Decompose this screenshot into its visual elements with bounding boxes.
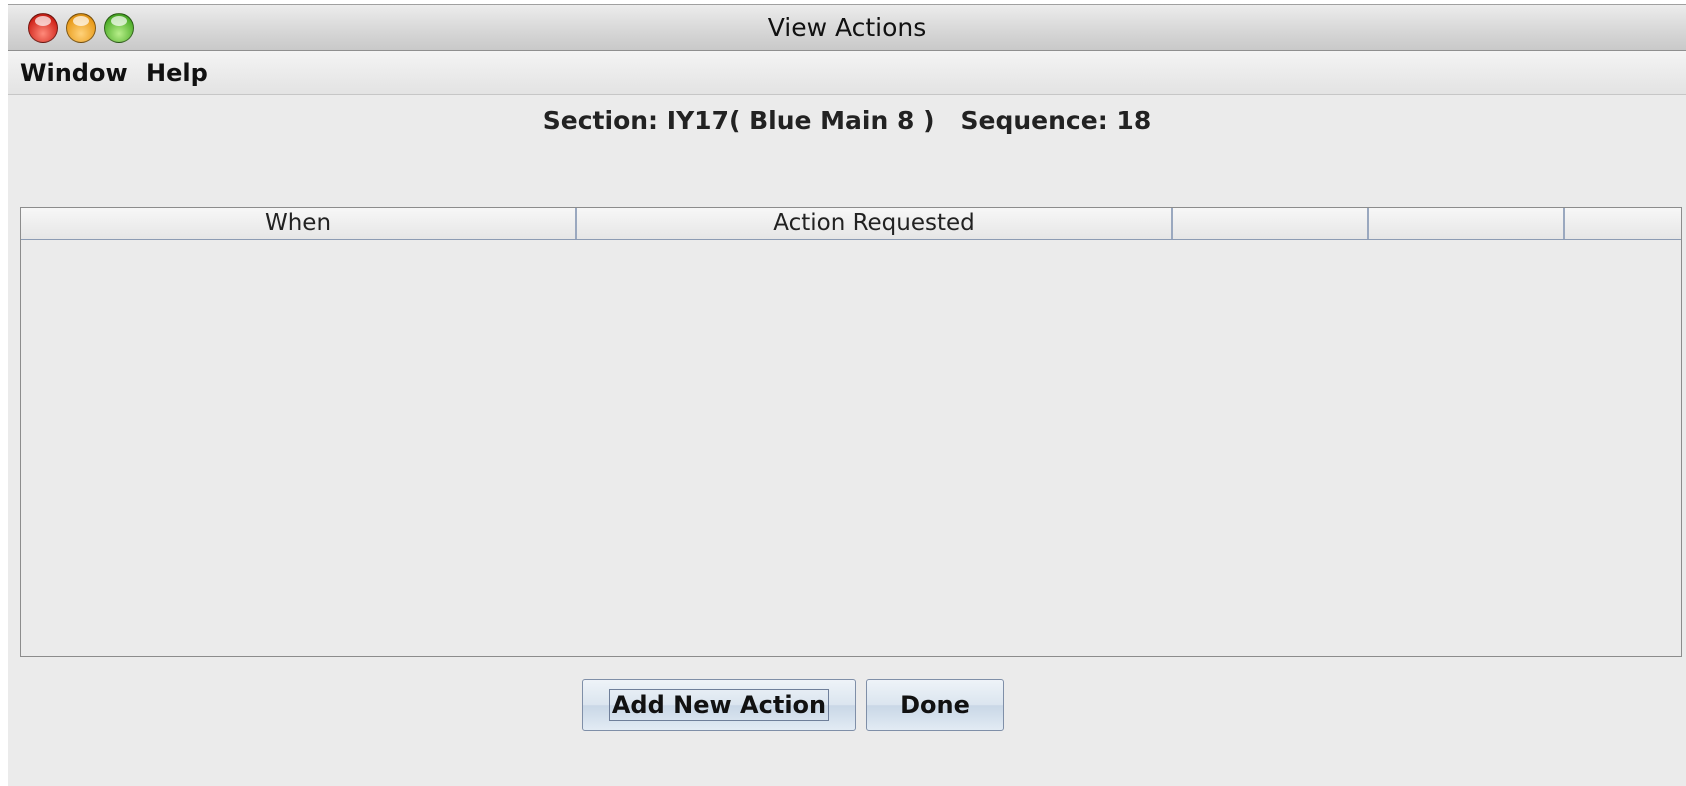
add-new-action-label: Add New Action [608, 689, 830, 721]
view-actions-window: View Actions Window Help Section: IY17( … [8, 4, 1686, 786]
menu-bar: Window Help [8, 51, 1686, 95]
sequence-label: Sequence: [960, 106, 1108, 135]
menu-help[interactable]: Help [146, 51, 208, 95]
table-header: When Action Requested [21, 208, 1681, 240]
window-title: View Actions [767, 13, 927, 42]
sequence-value: 18 [1116, 106, 1152, 135]
menu-window[interactable]: Window [20, 51, 128, 95]
column-header-4[interactable] [1369, 208, 1565, 239]
add-new-action-button[interactable]: Add New Action [582, 679, 856, 731]
column-header-when[interactable]: When [21, 208, 577, 239]
column-header-5[interactable] [1565, 208, 1681, 239]
minimize-icon[interactable] [66, 13, 96, 43]
table-body[interactable] [21, 240, 1681, 656]
title-bar: View Actions [8, 5, 1686, 51]
actions-table[interactable]: When Action Requested [20, 207, 1682, 657]
column-header-action-requested[interactable]: Action Requested [577, 208, 1173, 239]
zoom-icon[interactable] [104, 13, 134, 43]
close-icon[interactable] [28, 13, 58, 43]
column-header-3[interactable] [1173, 208, 1369, 239]
section-sequence-header: Section: IY17( Blue Main 8 ) Sequence: 18 [8, 101, 1686, 141]
section-label: Section: [542, 106, 659, 135]
section-value: IY17( Blue Main 8 ) [666, 106, 935, 135]
done-button[interactable]: Done [866, 679, 1004, 731]
